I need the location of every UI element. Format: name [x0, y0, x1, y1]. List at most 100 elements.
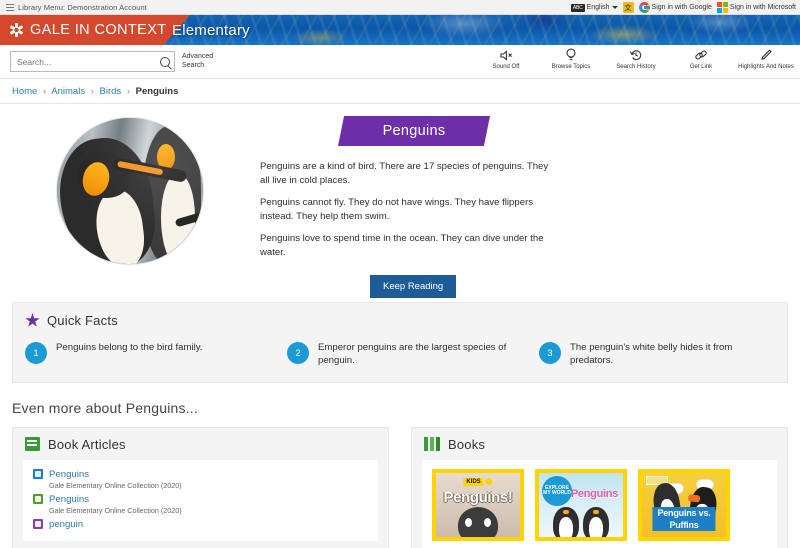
search-icon[interactable]: [160, 56, 170, 67]
hero-paragraph-3: Penguins love to spend time in the ocean…: [260, 233, 544, 259]
account-bar: ABC English 文 Sign in with Google Sign i…: [570, 0, 796, 15]
sign-in-microsoft-label: Sign in with Microsoft: [729, 4, 796, 11]
quick-fact-text: Penguins belong to the bird family.: [56, 342, 203, 353]
tool-highlights-and-notes-label: Highlights And Notes: [738, 64, 794, 70]
book-articles-panel: Book Articles Penguins Gale Elementary O…: [12, 426, 389, 548]
article-title-link[interactable]: Penguins: [49, 494, 89, 505]
breadcrumb-item-birds[interactable]: Birds: [100, 86, 122, 97]
article-title-link[interactable]: Penguins: [49, 469, 89, 480]
penguin-illustration: [583, 506, 609, 537]
king-penguins-photo: [57, 118, 203, 264]
tool-search-history-label: Search History: [616, 64, 656, 70]
kids-label: KIDS: [463, 477, 484, 486]
quick-facts-panel: Quick Facts 1 Penguins belong to the bir…: [12, 302, 788, 383]
advanced-search-link[interactable]: Advanced Search: [182, 53, 213, 71]
library-menu-label[interactable]: Library Menu: Demonstration Account: [18, 3, 147, 12]
nat-geo-kids-badge: KIDS: [463, 477, 493, 486]
tool-highlights-and-notes[interactable]: Highlights And Notes: [738, 48, 794, 70]
tool-sound-off[interactable]: Sound Off: [480, 48, 532, 70]
book-articles-header: Book Articles: [13, 428, 388, 460]
article-blue-icon: [33, 469, 43, 480]
book-covers: KIDS Penguins! EXPLORE MY WORLD Penguins: [432, 468, 767, 541]
search-toolbar: Advanced Search Sound Off Browse Topics: [0, 45, 800, 79]
breadcrumb-current-penguins: Penguins: [135, 86, 179, 97]
tool-get-link-label: Get Link: [689, 64, 713, 70]
hero-section: Penguins Penguins are a kind of bird. Th…: [0, 104, 800, 298]
chevron-down-icon: [611, 6, 618, 9]
sign-in-google-label: Sign in with Google: [651, 4, 712, 11]
star-icon: [25, 313, 40, 327]
cover-title: Penguins: [570, 487, 618, 500]
explore-my-world-penguins-cover[interactable]: EXPLORE MY WORLD Penguins: [535, 468, 627, 541]
quick-facts-row: 1 Penguins belong to the bird family. 2 …: [25, 341, 775, 368]
quick-fact-number: 3: [539, 342, 561, 364]
quick-fact-1: 1 Penguins belong to the bird family.: [25, 341, 287, 368]
tool-browse-topics[interactable]: Browse Topics: [545, 48, 597, 70]
library-menu-bar: Library Menu: Demonstration Account ABC …: [0, 0, 800, 15]
tool-get-link[interactable]: Get Link: [675, 48, 727, 70]
advanced-search-line1: Advanced: [182, 52, 214, 60]
lightbulb-icon: [565, 48, 577, 62]
books-header: Books: [412, 428, 787, 460]
tool-sound-off-label: Sound Off: [492, 64, 520, 70]
book-articles-list: Penguins Gale Elementary Online Collecti…: [23, 459, 378, 541]
list-item: Penguins Gale Elementary Online Collecti…: [33, 494, 368, 515]
sign-in-microsoft-button[interactable]: Sign in with Microsoft: [716, 2, 796, 13]
article-source: Gale Elementary Online Collection (2020): [49, 480, 182, 490]
penguins-vs-puffins-cover[interactable]: Penguins vs. Puffins: [638, 468, 730, 541]
keep-reading-button[interactable]: Keep Reading: [370, 274, 457, 298]
tool-browse-topics-label: Browse Topics: [551, 64, 591, 70]
microsoft-logo-icon: [716, 2, 728, 13]
hero-paragraph-2: Penguins cannot fly. They do not have wi…: [260, 197, 534, 222]
cover-title-line2: Puffins: [652, 518, 716, 531]
book-articles-title: Book Articles: [48, 436, 126, 452]
article-source: Gale Elementary Online Collection (2020): [49, 505, 182, 515]
cover-title: Penguins!: [443, 488, 513, 506]
hero-image-wrap: [0, 116, 260, 296]
quick-fact-number: 1: [25, 342, 47, 364]
translate-icon[interactable]: 文: [622, 2, 634, 13]
breadcrumb-item-animals[interactable]: Animals: [51, 86, 85, 97]
content-panels: Book Articles Penguins Gale Elementary O…: [0, 426, 800, 548]
article-green-icon: [33, 494, 43, 505]
hero-text: Penguins Penguins are a kind of bird. Th…: [260, 116, 800, 298]
cover-title: Penguins vs. Puffins: [652, 506, 716, 531]
language-badge-icon: ABC: [570, 3, 585, 12]
quick-fact-2: 2 Emperor penguins are the largest speci…: [287, 341, 539, 368]
book-icon: [25, 437, 40, 452]
brand-banner: GALE IN CONTEXT Elementary: [0, 15, 800, 45]
penguins-nat-geo-kids-cover[interactable]: KIDS Penguins!: [432, 468, 524, 541]
search-input[interactable]: [17, 56, 160, 67]
language-selector[interactable]: ABC English: [570, 3, 618, 12]
breadcrumb-separator: ›: [42, 86, 47, 97]
page-title: Penguins: [382, 123, 446, 139]
quick-fact-text: Emperor penguins are the largest species…: [318, 342, 507, 367]
quick-fact-3: 3 The penguin's white belly hides it fro…: [539, 341, 775, 368]
page-title-banner: Penguins: [338, 116, 490, 146]
pencil-icon: [759, 48, 773, 62]
article-title-link[interactable]: penguin: [49, 519, 83, 530]
quick-fact-number: 2: [287, 342, 309, 364]
breadcrumb-item-home[interactable]: Home: [12, 86, 37, 97]
quick-facts-title: Quick Facts: [47, 313, 118, 328]
books-icon: [424, 437, 440, 452]
quick-facts-header: Quick Facts: [25, 313, 775, 328]
hero-paragraph-1: Penguins are a kind of bird. There are 1…: [260, 161, 549, 186]
brand-logo-block[interactable]: GALE IN CONTEXT: [0, 15, 190, 45]
history-clock-icon: [629, 48, 643, 62]
sign-in-google-button[interactable]: Sign in with Google: [638, 2, 712, 13]
language-label: English: [586, 4, 610, 11]
books-title: Books: [448, 436, 486, 452]
google-logo-icon: [638, 2, 650, 13]
penguin-illustration: [553, 506, 579, 537]
product-name: Elementary: [172, 21, 250, 39]
tool-search-history[interactable]: Search History: [610, 48, 662, 70]
search-box[interactable]: [10, 51, 175, 72]
cover-title-line1: Penguins vs.: [652, 506, 716, 519]
gale-starburst-icon: [8, 22, 24, 38]
breadcrumb: Home › Animals › Birds › Penguins: [0, 79, 800, 104]
brand-name: GALE IN CONTEXT: [30, 22, 167, 38]
hamburger-icon[interactable]: [6, 3, 14, 11]
books-list: KIDS Penguins! EXPLORE MY WORLD Penguins: [422, 459, 777, 548]
tool-strip: Sound Off Browse Topics Search History G…: [480, 48, 794, 70]
